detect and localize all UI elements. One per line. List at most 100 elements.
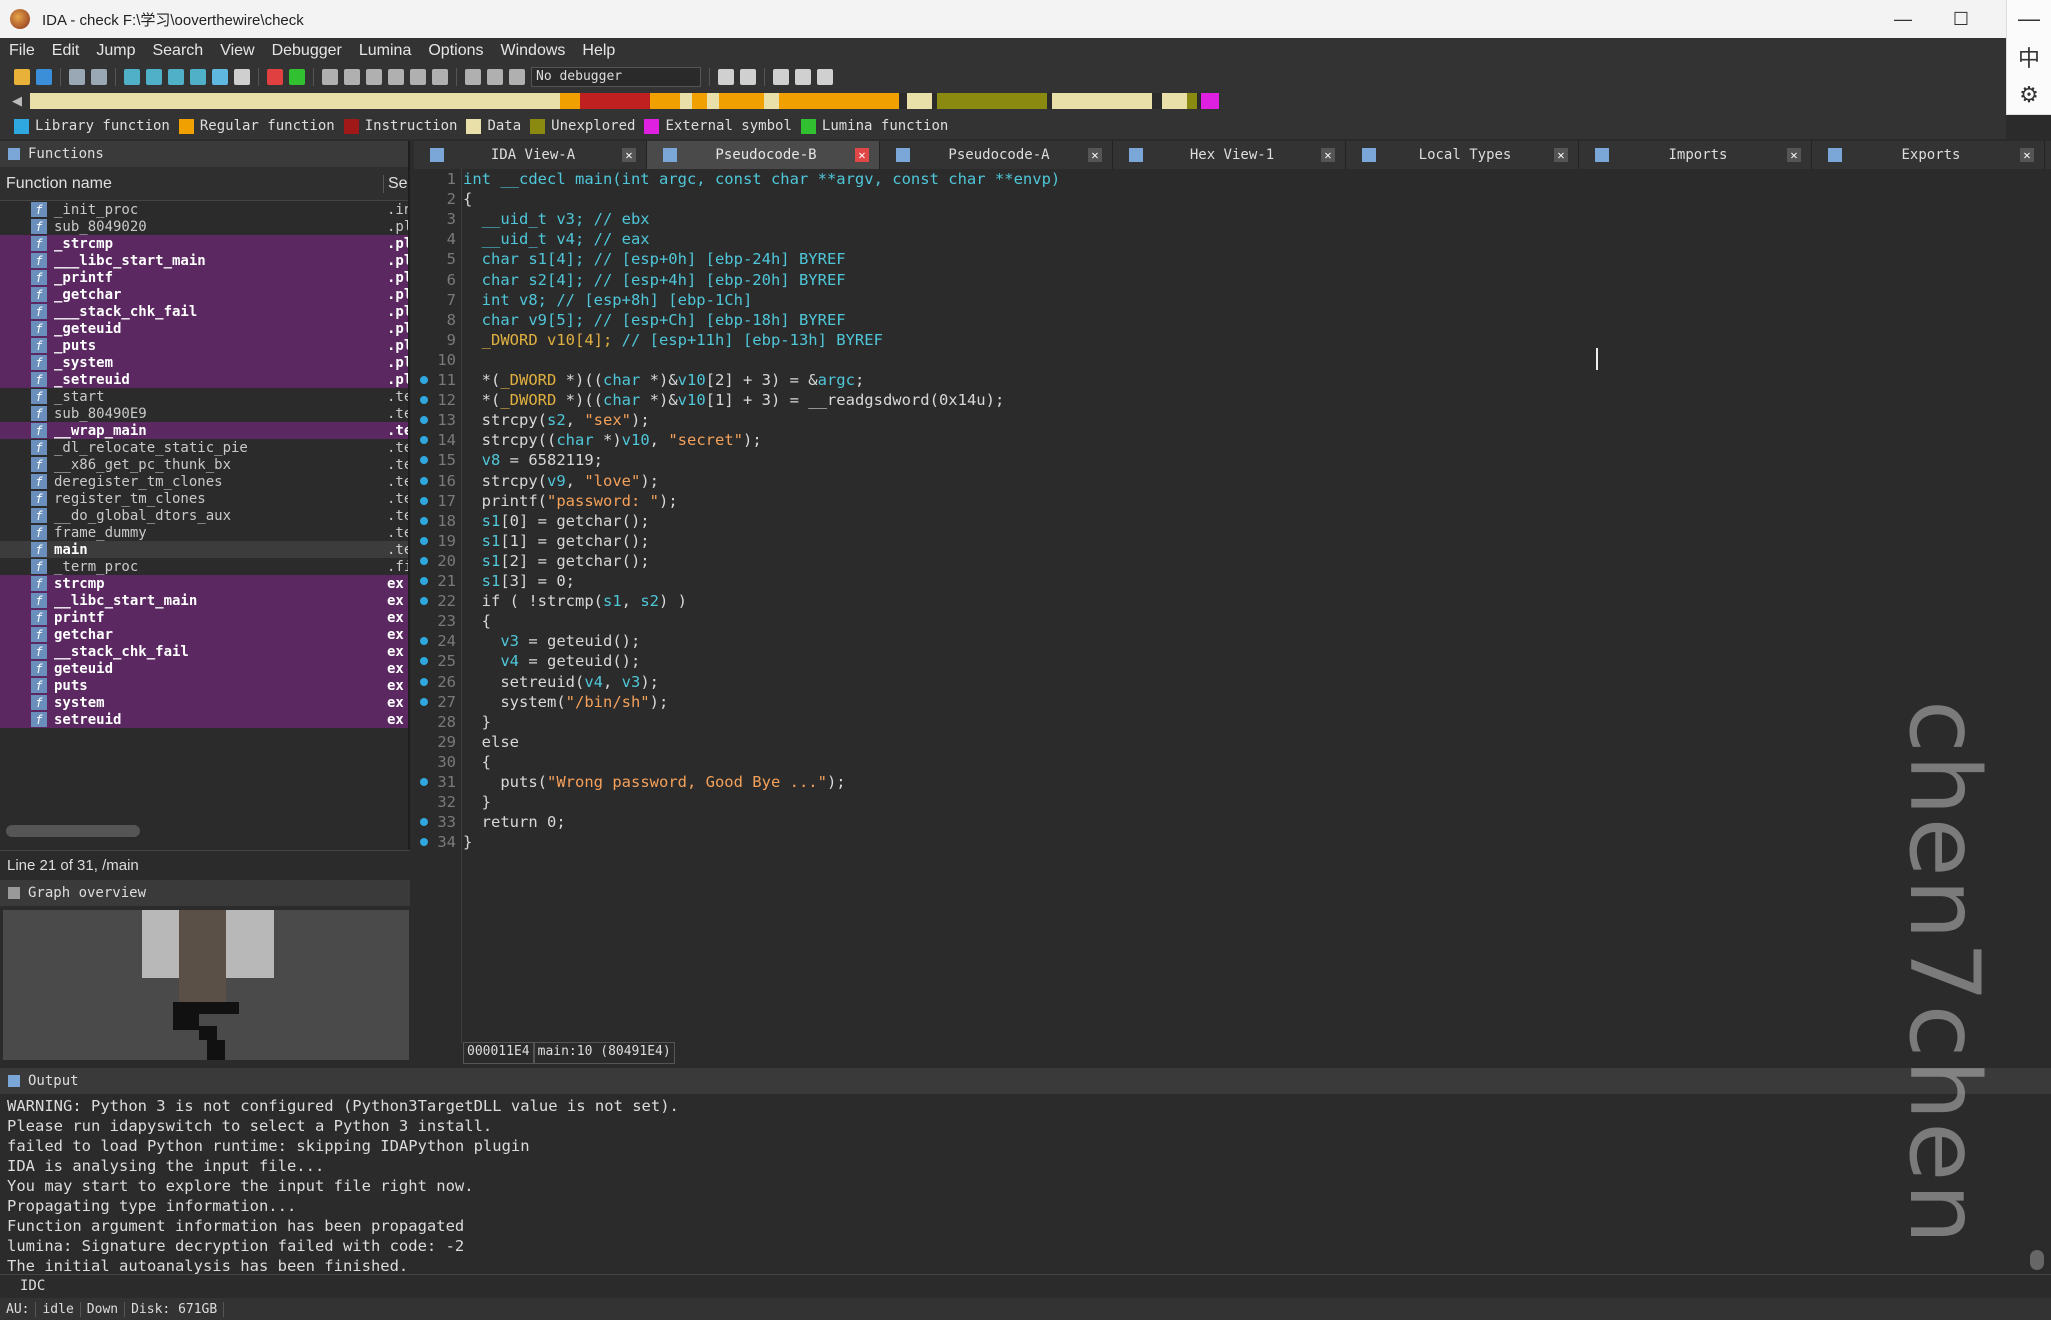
function-row[interactable]: f _dl_relocate_static_pie .te xyxy=(0,439,408,456)
code-line[interactable]: 22 if ( !strcmp(s1, s2) ) xyxy=(414,591,2051,611)
tab-imports[interactable]: Imports ✕ xyxy=(1579,141,1812,169)
code-icon[interactable] xyxy=(267,68,283,85)
function-row[interactable]: f _getchar .pl xyxy=(0,286,408,303)
nav-segment[interactable] xyxy=(1187,93,1197,109)
menu-file[interactable]: File xyxy=(0,42,43,60)
detach-icon[interactable] xyxy=(740,68,756,85)
nav-segment[interactable] xyxy=(580,93,650,109)
jump-icon[interactable] xyxy=(212,68,228,85)
function-row[interactable]: f _geteuid .pl xyxy=(0,320,408,337)
code-line[interactable]: 17 printf("password: "); xyxy=(414,491,2051,511)
code-line[interactable]: 4 __uid_t v4; // eax xyxy=(414,229,2051,249)
code-line[interactable]: 2{ xyxy=(414,189,2051,209)
nav-segment[interactable] xyxy=(707,93,719,109)
code-line[interactable]: 32 } xyxy=(414,792,2051,812)
code-line[interactable]: 7 int v8; // [esp+8h] [ebp-1Ch] xyxy=(414,290,2051,310)
tab-hex-view-1[interactable]: Hex View-1 ✕ xyxy=(1113,141,1346,169)
code-line[interactable]: 33 return 0; xyxy=(414,812,2051,832)
code-line[interactable]: 3 __uid_t v3; // ebx xyxy=(414,209,2051,229)
code-line[interactable]: 31 puts("Wrong password, Good Bye ..."); xyxy=(414,772,2051,792)
code-line[interactable]: 34} xyxy=(414,832,2051,852)
menu-help[interactable]: Help xyxy=(573,42,623,60)
nav-segment[interactable] xyxy=(30,93,560,109)
nav-segment[interactable] xyxy=(899,93,907,109)
attach-icon[interactable] xyxy=(718,68,734,85)
ime-minimize-icon[interactable]: — xyxy=(2007,0,2051,38)
nav-segment[interactable] xyxy=(680,93,692,109)
nav-segment[interactable] xyxy=(719,93,764,109)
tab-close-icon[interactable]: ✕ xyxy=(2020,148,2034,162)
code-line[interactable]: 15 v8 = 6582119; xyxy=(414,450,2051,470)
code-line[interactable]: 25 v4 = geteuid(); xyxy=(414,651,2051,671)
nav-segment[interactable] xyxy=(779,93,899,109)
function-row[interactable]: f _init_proc .in xyxy=(0,201,408,218)
tab-pseudocode-b[interactable]: Pseudocode-B ✕ xyxy=(647,141,880,169)
function-row[interactable]: fmain .te xyxy=(0,541,408,558)
column-segment[interactable]: Se xyxy=(384,175,408,193)
code-line[interactable]: 23 { xyxy=(414,611,2051,631)
nav-segment[interactable] xyxy=(1201,93,1219,109)
nav-segment[interactable] xyxy=(692,93,707,109)
search-icon[interactable] xyxy=(190,68,206,85)
nav-segment[interactable] xyxy=(1152,93,1162,109)
pseudocode-view[interactable]: 1 int __cdecl main(int argc, const char *… xyxy=(414,169,2051,1044)
tab-close-icon[interactable]: ✕ xyxy=(1787,148,1801,162)
ime-language-button[interactable]: 中 xyxy=(2007,38,2051,76)
nav-segment[interactable] xyxy=(650,93,680,109)
save-icon[interactable] xyxy=(36,68,52,85)
code-line[interactable]: 24 v3 = geteuid(); xyxy=(414,631,2051,651)
graph-view-icon[interactable] xyxy=(124,68,140,85)
code-line[interactable]: 20 s1[2] = getchar(); xyxy=(414,551,2051,571)
function-row[interactable]: f _strcmp .pl xyxy=(0,235,408,252)
function-row[interactable]: f _setreuid .pl xyxy=(0,371,408,388)
function-row[interactable]: f printf ex xyxy=(0,609,408,626)
function-row[interactable]: f puts ex xyxy=(0,677,408,694)
open-file-icon[interactable] xyxy=(14,68,30,85)
tab-local-types[interactable]: Local Types ✕ xyxy=(1346,141,1579,169)
debugger-select[interactable]: No debugger xyxy=(531,66,701,87)
function-row[interactable]: f geteuid ex xyxy=(0,660,408,677)
menu-lumina[interactable]: Lumina xyxy=(350,42,419,60)
outline-icon[interactable] xyxy=(817,68,833,85)
tab-close-icon[interactable]: ✕ xyxy=(1321,148,1335,162)
tree-view-icon[interactable] xyxy=(795,68,811,85)
function-row[interactable]: f register_tm_clones .te xyxy=(0,490,408,507)
data-icon[interactable] xyxy=(289,68,305,85)
minimize-button[interactable]: — xyxy=(1874,0,1932,38)
navigation-strip[interactable] xyxy=(30,93,2006,109)
code-line[interactable]: 10 xyxy=(414,350,2051,370)
back-icon[interactable] xyxy=(69,68,85,85)
string-icon[interactable] xyxy=(234,68,250,85)
tab-pseudocode-a[interactable]: Pseudocode-A ✕ xyxy=(880,141,1113,169)
code-line[interactable]: 27 system("/bin/sh"); xyxy=(414,692,2051,712)
struct-icon[interactable] xyxy=(344,68,360,85)
output-log[interactable]: WARNING: Python 3 is not configured (Pyt… xyxy=(0,1096,2051,1274)
nav-arrow-icon[interactable]: ◀ xyxy=(12,93,22,109)
function-row[interactable]: f system ex xyxy=(0,694,408,711)
code-line[interactable]: 30 { xyxy=(414,752,2051,772)
text-view-icon[interactable] xyxy=(146,68,162,85)
code-line[interactable]: 8 char v9[5]; // [esp+Ch] [ebp-18h] BYRE… xyxy=(414,310,2051,330)
function-row[interactable]: f strcmp ex xyxy=(0,575,408,592)
function-row[interactable]: f __wrap_main .te xyxy=(0,422,408,439)
function-row[interactable]: f frame_dummy .te xyxy=(0,524,408,541)
function-row[interactable]: f deregister_tm_clones .te xyxy=(0,473,408,490)
code-line[interactable]: 29 else xyxy=(414,732,2051,752)
forward-icon[interactable] xyxy=(91,68,107,85)
code-line[interactable]: 5 char s1[4]; // [esp+0h] [ebp-24h] BYRE… xyxy=(414,249,2051,269)
code-line[interactable]: 11 *(_DWORD *)((char *)&v10[2] + 3) = &a… xyxy=(414,370,2051,390)
output-scrollbar[interactable] xyxy=(2030,1250,2044,1270)
menu-view[interactable]: View xyxy=(211,42,262,60)
function-row[interactable]: f __stack_chk_fail ex xyxy=(0,643,408,660)
column-function-name[interactable]: Function name xyxy=(0,174,384,193)
function-row[interactable]: f setreuid ex xyxy=(0,711,408,728)
stop-icon[interactable] xyxy=(509,68,525,85)
function-row[interactable]: f _printf .pl xyxy=(0,269,408,286)
nav-segment[interactable] xyxy=(1162,93,1187,109)
code-line[interactable]: 9 _DWORD v10[4]; // [esp+11h] [ebp-13h] … xyxy=(414,330,2051,350)
function-icon[interactable] xyxy=(322,68,338,85)
function-row[interactable]: f __libc_start_main ex xyxy=(0,592,408,609)
nav-segment[interactable] xyxy=(907,93,932,109)
tab-close-icon[interactable]: ✕ xyxy=(855,148,869,162)
menu-debugger[interactable]: Debugger xyxy=(263,42,350,60)
